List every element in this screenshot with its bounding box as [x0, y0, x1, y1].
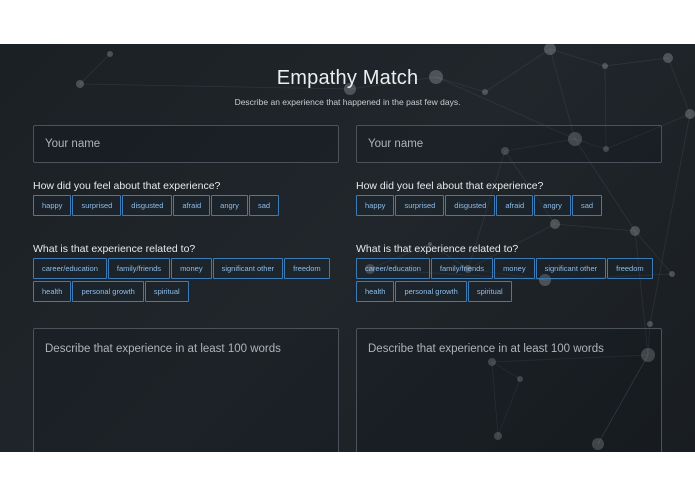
app-stage: Empathy Match Describe an experience tha…: [0, 44, 695, 452]
description-textarea[interactable]: Describe that experience in at least 100…: [33, 328, 339, 452]
page-title: Empathy Match: [276, 67, 419, 89]
topic-chip-money[interactable]: money: [171, 258, 212, 279]
feeling-chip-disgusted[interactable]: disgusted: [122, 195, 173, 216]
feeling-chip-sad[interactable]: sad: [248, 195, 280, 216]
network-link: [604, 57, 669, 67]
feeling-chip-afraid[interactable]: afraid: [496, 195, 534, 216]
network-node: [544, 44, 556, 55]
topics-chip-group: career/education family/friends money si…: [356, 258, 662, 302]
feeling-chip-surprised[interactable]: surprised: [72, 195, 122, 216]
topic-chip-money[interactable]: money: [494, 258, 535, 279]
network-node: [669, 271, 675, 277]
feeling-chip-angry[interactable]: angry: [534, 195, 571, 216]
network-node: [685, 109, 695, 119]
topic-chip-health[interactable]: health: [356, 281, 395, 302]
topic-chip-significant-other[interactable]: significant other: [212, 258, 284, 279]
feelings-chip-group: happy surprised disgusted afraid angry s…: [33, 195, 339, 216]
feeling-chip-happy[interactable]: happy: [33, 195, 72, 216]
network-link: [549, 48, 606, 67]
page-subtitle: Describe an experience that happened in …: [234, 97, 461, 107]
topic-chip-freedom[interactable]: freedom: [607, 258, 653, 279]
topic-chip-personal-growth[interactable]: personal growth: [72, 281, 144, 302]
form-right: Your name How did you feel about that ex…: [356, 125, 662, 452]
feelings-chip-group: happy surprised disgusted afraid angry s…: [356, 195, 662, 216]
network-node: [107, 51, 113, 57]
topic-chip-family-friends[interactable]: family/friends: [107, 258, 171, 279]
name-input[interactable]: Your name: [33, 125, 339, 163]
topic-chip-freedom[interactable]: freedom: [284, 258, 330, 279]
network-node: [663, 53, 673, 63]
description-textarea[interactable]: Describe that experience in at least 100…: [356, 328, 662, 452]
topic-chip-spiritual[interactable]: spiritual: [144, 281, 189, 302]
topic-chip-family-friends[interactable]: family/friends: [430, 258, 494, 279]
feel-question: How did you feel about that experience?: [33, 180, 221, 192]
related-question: What is that experience related to?: [356, 243, 519, 255]
topic-chip-career-education[interactable]: career/education: [33, 258, 107, 279]
topic-chip-career-education[interactable]: career/education: [356, 258, 430, 279]
topic-chip-health[interactable]: health: [33, 281, 72, 302]
topic-chip-significant-other[interactable]: significant other: [535, 258, 607, 279]
feeling-chip-angry[interactable]: angry: [211, 195, 248, 216]
feeling-chip-disgusted[interactable]: disgusted: [445, 195, 496, 216]
feeling-chip-surprised[interactable]: surprised: [395, 195, 445, 216]
feel-question: How did you feel about that experience?: [356, 180, 544, 192]
topics-chip-group: career/education family/friends money si…: [33, 258, 339, 302]
name-input[interactable]: Your name: [356, 125, 662, 163]
topic-chip-spiritual[interactable]: spiritual: [467, 281, 512, 302]
related-question: What is that experience related to?: [33, 243, 196, 255]
feeling-chip-happy[interactable]: happy: [356, 195, 395, 216]
feeling-chip-sad[interactable]: sad: [571, 195, 603, 216]
form-left: Your name How did you feel about that ex…: [33, 125, 339, 452]
topic-chip-personal-growth[interactable]: personal growth: [395, 281, 467, 302]
feeling-chip-afraid[interactable]: afraid: [173, 195, 211, 216]
